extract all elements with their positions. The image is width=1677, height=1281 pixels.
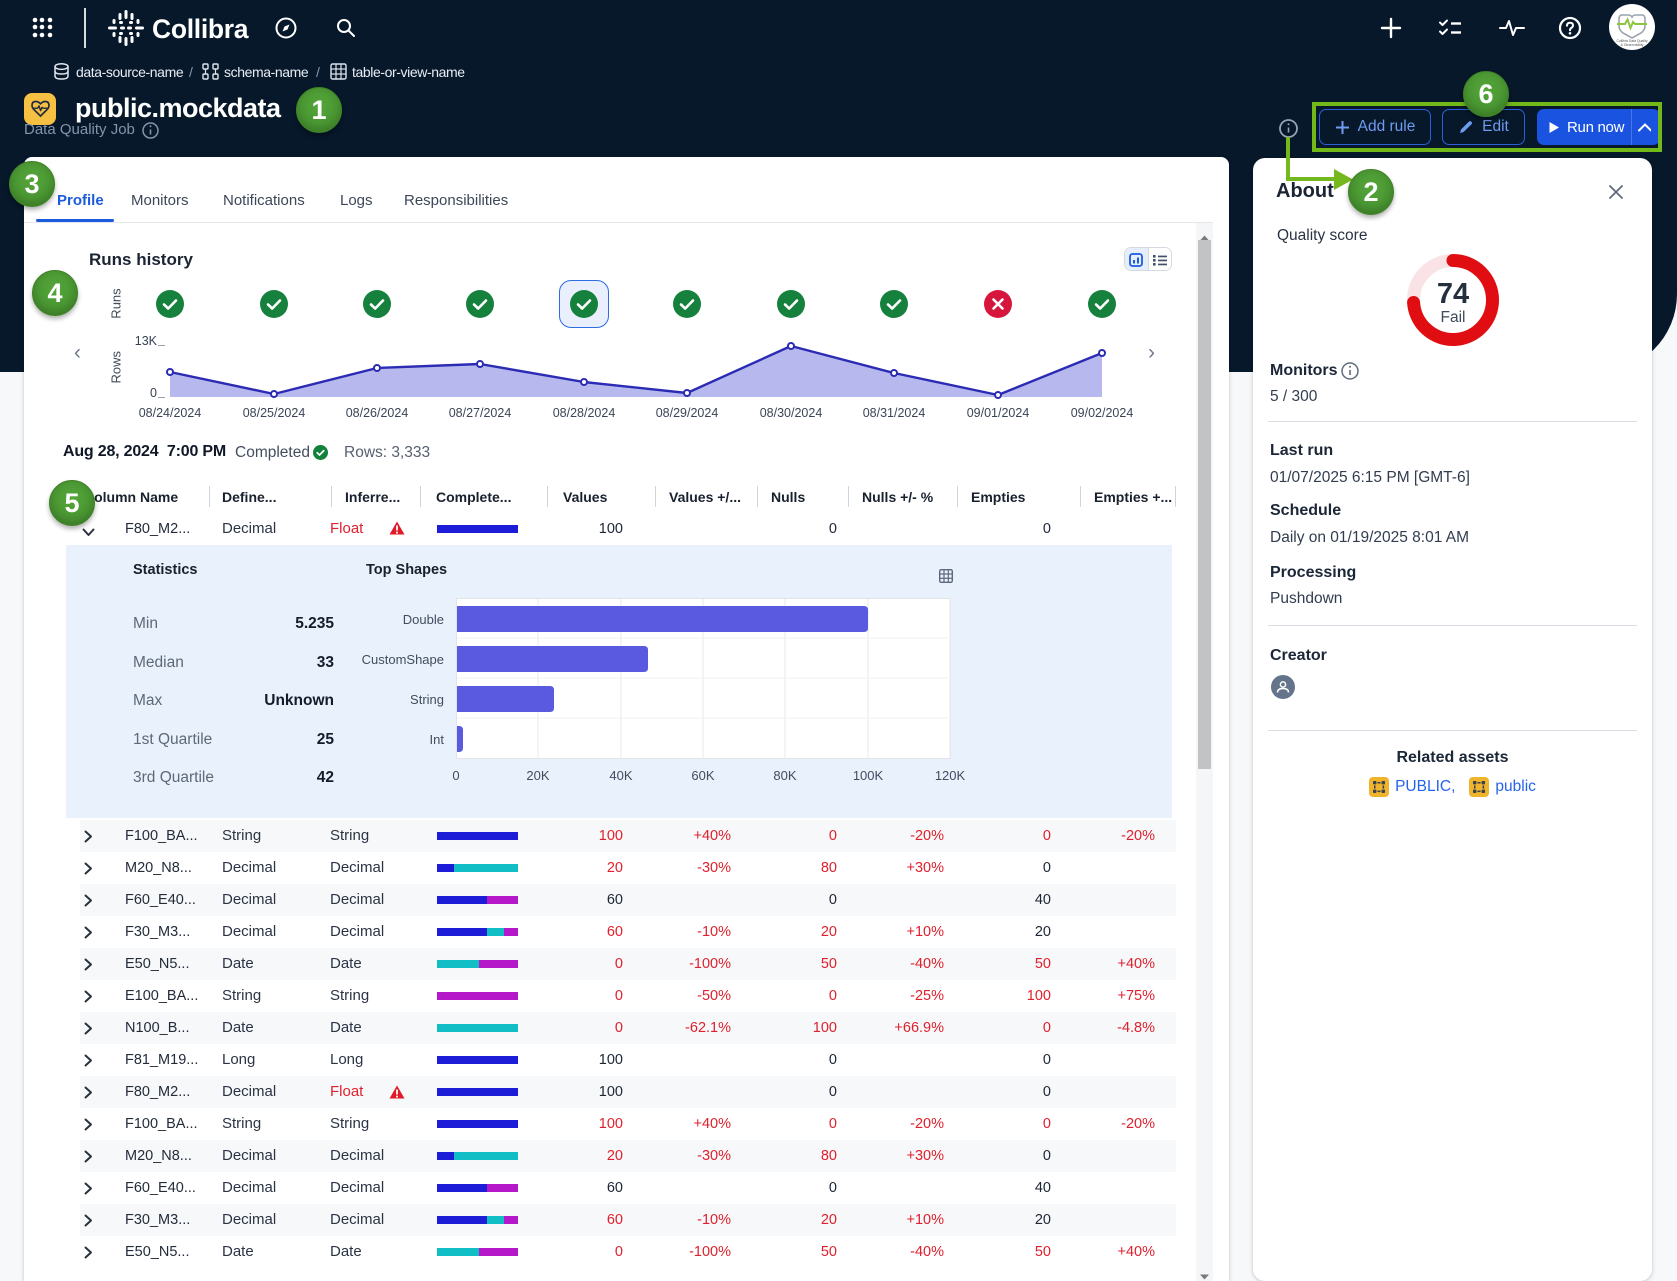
svg-text:& Observability: & Observability (1621, 43, 1644, 47)
